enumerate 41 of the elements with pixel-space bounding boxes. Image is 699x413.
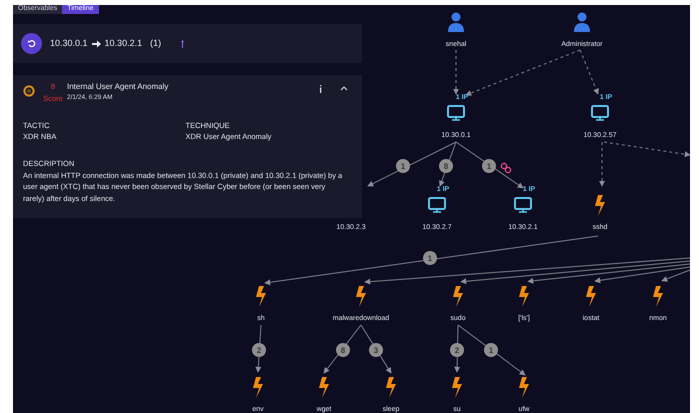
up-arrow-icon[interactable] <box>181 40 184 48</box>
lightning-icon[interactable] <box>319 377 329 398</box>
connector-line <box>324 324 362 374</box>
monitor-icon[interactable] <box>447 105 465 121</box>
count-badge[interactable]: 1 <box>484 343 498 357</box>
target-ip: 10.30.2.1 <box>104 37 142 50</box>
monitor-icon[interactable] <box>428 197 446 213</box>
lightning-icon[interactable] <box>453 286 463 307</box>
source-ip: 10.30.0.1 <box>50 37 88 50</box>
monitor-icon[interactable] <box>591 105 609 121</box>
lightning-icon[interactable] <box>586 286 596 307</box>
count-badge[interactable]: 2 <box>450 343 464 357</box>
connection-count: (1) <box>150 37 162 50</box>
lightning-icon[interactable] <box>519 286 529 307</box>
monitor-icon[interactable] <box>514 197 532 213</box>
connector-line <box>360 324 392 374</box>
count-badge[interactable]: 8 <box>439 159 453 173</box>
lightning-icon[interactable] <box>356 286 366 307</box>
lightning-icon[interactable] <box>595 195 605 216</box>
lightning-icon[interactable] <box>253 377 263 398</box>
count-badge[interactable]: 2 <box>252 343 266 357</box>
info-icon[interactable] <box>319 85 322 94</box>
reset-button[interactable] <box>21 33 42 54</box>
chevron-icon[interactable] <box>340 85 348 92</box>
lightning-icon[interactable] <box>452 377 462 398</box>
right-arrow-icon <box>92 40 101 48</box>
alert-title: Internal User Agent Anomaly <box>67 81 168 94</box>
user-icon[interactable] <box>448 12 464 32</box>
count-badge[interactable]: 1 <box>482 159 496 173</box>
dashed-connector <box>453 50 459 95</box>
count-badge[interactable]: 1 <box>396 159 410 173</box>
target-icon <box>23 85 35 98</box>
lightning-icon[interactable] <box>386 377 396 398</box>
lightning-icon[interactable] <box>653 286 663 307</box>
user-icon[interactable] <box>574 12 590 32</box>
count-badge[interactable]: 1 <box>423 251 437 265</box>
count-badge[interactable]: 8 <box>336 343 350 357</box>
count-badge[interactable]: 3 <box>369 343 383 357</box>
lightning-icon[interactable] <box>256 286 266 307</box>
undo-icon <box>27 39 36 48</box>
lightning-icon[interactable] <box>519 377 529 398</box>
